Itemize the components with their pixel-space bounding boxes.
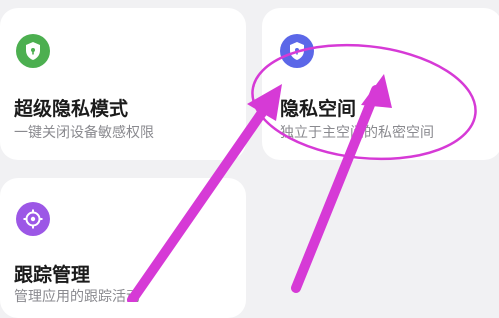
card-private-space[interactable]: 隐私空间 独立于主空间的私密空间 xyxy=(262,8,499,160)
shield-lock-icon xyxy=(16,34,50,68)
card-super-privacy-mode[interactable]: 超级隐私模式 一键关闭设备敏感权限 xyxy=(0,8,246,160)
card-subtitle: 管理应用的跟踪活动 xyxy=(14,289,140,305)
card-tracking-management[interactable]: 跟踪管理 管理应用的跟踪活动 xyxy=(0,178,246,318)
card-subtitle: 一键关闭设备敏感权限 xyxy=(14,125,154,141)
card-title: 隐私空间 xyxy=(280,98,357,120)
target-icon xyxy=(16,202,50,236)
card-title: 跟踪管理 xyxy=(14,264,91,286)
card-subtitle: 独立于主空间的私密空间 xyxy=(280,125,434,141)
card-title: 超级隐私模式 xyxy=(14,98,129,120)
shield-lock-icon xyxy=(280,34,314,68)
